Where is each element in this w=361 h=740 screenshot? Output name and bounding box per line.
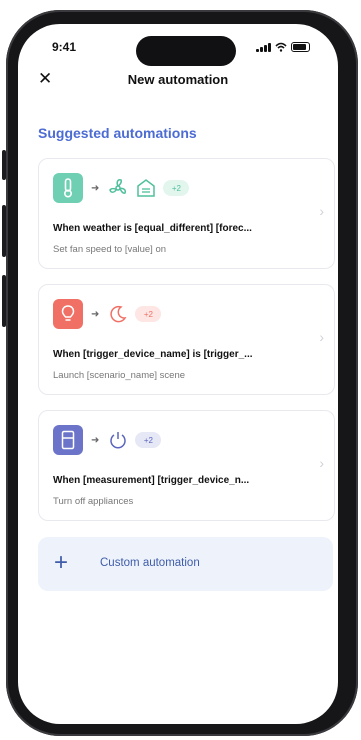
thermometer-icon [53,173,83,203]
fan-icon [107,177,129,199]
card-title: When weather is [equal_different] [forec… [53,223,252,234]
card-icons: ➜ +2 [53,425,162,455]
section-title: Suggested automations [38,125,197,141]
side-button [2,205,6,257]
moon-icon [107,303,129,325]
status-icons [256,42,310,52]
signal-icon [256,42,271,52]
card-subtitle: Set fan speed to [value] on [53,244,167,255]
battery-icon [291,42,310,52]
custom-automation-button[interactable]: + Custom automation [38,537,333,591]
card-subtitle: Launch [scenario_name] scene [53,370,186,381]
phone-screen: 9:41 ✕ New automation Suggested automati… [18,24,338,724]
page-title: New automation [127,72,229,87]
chevron-right-icon: › [319,329,324,345]
power-icon [107,429,129,451]
card-subtitle: Turn off appliances [53,496,134,507]
more-count-badge: +2 [163,180,190,196]
more-count-badge: +2 [135,432,162,448]
nav-bar: ✕ New automation [18,66,338,94]
dynamic-island [136,36,236,66]
side-button [2,150,6,180]
automation-card-device[interactable]: ➜ +2 When [trigger_device_name] is [trig… [38,284,335,395]
fridge-icon [53,425,83,455]
chevron-right-icon: › [319,203,324,219]
automation-card-weather[interactable]: ➜ +2 When weather is [equal_different] [… [38,158,335,269]
card-icons: ➜ +2 [53,299,162,329]
card-title: When [trigger_device_name] is [trigger_.… [53,349,253,360]
lightbulb-icon [53,299,83,329]
more-count-badge: +2 [135,306,162,322]
arrow-icon: ➜ [91,434,100,446]
side-button [2,275,6,327]
card-icons: ➜ +2 [53,173,190,203]
plus-icon: + [54,549,69,576]
garage-icon [135,177,157,199]
arrow-icon: ➜ [91,182,100,194]
status-time: 9:41 [52,40,77,54]
automation-card-measurement[interactable]: ➜ +2 When [measurement] [trigger_device_… [38,410,335,521]
card-title: When [measurement] [trigger_device_n... [53,475,250,486]
arrow-icon: ➜ [91,308,100,320]
custom-automation-label: Custom automation [100,557,200,569]
chevron-right-icon: › [319,455,324,471]
wifi-icon [275,42,287,52]
